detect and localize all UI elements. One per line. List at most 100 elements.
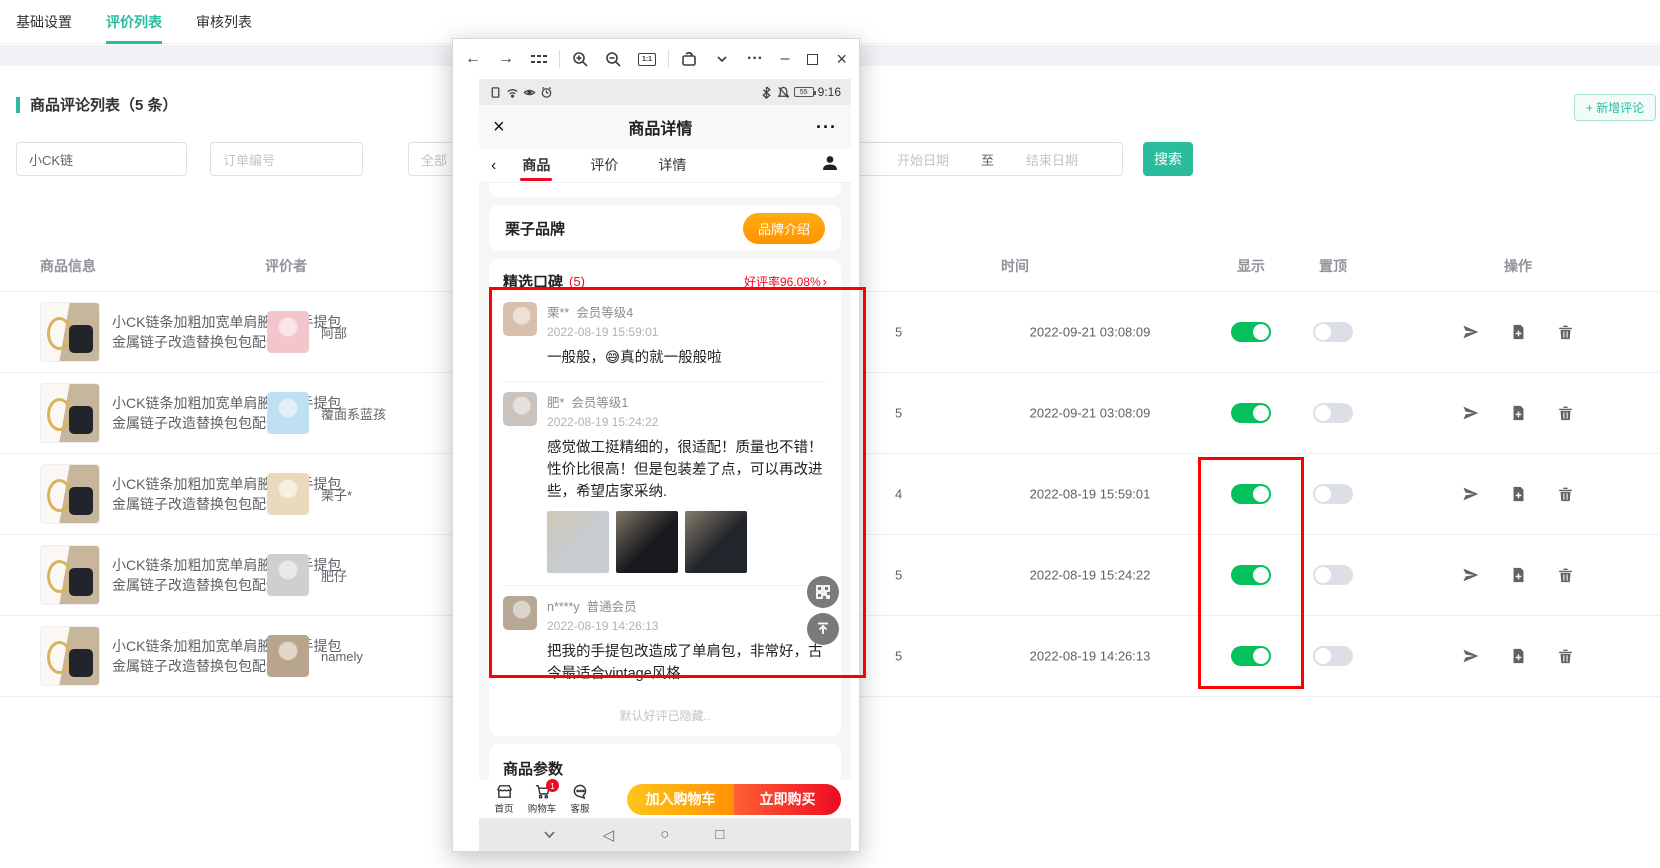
review-list: 栗** 会员等级4 2022-08-19 15:59:01 一般般，😅真的就一般…: [503, 292, 827, 697]
reviewer-name: namely: [321, 649, 363, 664]
delete-icon[interactable]: [1557, 486, 1574, 503]
header-time: 时间: [940, 256, 1090, 276]
pin-toggle[interactable]: [1313, 565, 1353, 585]
date-range-input[interactable]: 开始日期 至 结束日期: [856, 142, 1123, 176]
review-photo[interactable]: [616, 511, 678, 573]
product-keyword-input[interactable]: 小CK链: [16, 142, 187, 176]
header-reviewer: 评价者: [265, 256, 307, 276]
app-tab-details[interactable]: 详情: [658, 149, 686, 183]
product-keyword-value: 小CK链: [29, 150, 73, 169]
phone-screen: 55 9:16 × 商品详情 ··· ‹ 商品 评价 详情: [479, 79, 851, 851]
maximize-icon[interactable]: [807, 54, 818, 65]
search-button[interactable]: 搜索: [1143, 142, 1193, 176]
cart-nav-item[interactable]: 1 购物车: [523, 783, 561, 815]
service-label: 客服: [570, 801, 589, 815]
minimize-icon[interactable]: –: [781, 51, 790, 67]
app-tab-reviews[interactable]: 评价: [590, 149, 618, 183]
review-avatar: [503, 596, 537, 630]
review-text: 一般般，😅真的就一般般啦: [547, 347, 827, 369]
send-icon[interactable]: [1462, 567, 1479, 584]
copy-file-icon[interactable]: [1510, 486, 1527, 503]
nav-back-icon[interactable]: ◁: [603, 826, 615, 844]
add-review-button[interactable]: + 新增评论: [1574, 94, 1656, 121]
buy-now-button[interactable]: 立即购买: [734, 784, 841, 815]
nav-home-icon[interactable]: ○: [660, 826, 669, 843]
copy-file-icon[interactable]: [1510, 648, 1527, 665]
copy-file-icon[interactable]: [1510, 405, 1527, 422]
eye-icon: [523, 86, 536, 99]
rating-value: 4: [895, 487, 902, 502]
app-tab-product[interactable]: 商品: [522, 149, 550, 183]
alarm-icon: [540, 86, 553, 99]
mute-icon: [777, 86, 790, 99]
delete-icon[interactable]: [1557, 648, 1574, 665]
tab-review-list[interactable]: 评价列表: [106, 0, 162, 44]
send-icon[interactable]: [1462, 486, 1479, 503]
product-image: [40, 626, 100, 686]
back-icon[interactable]: ←: [465, 51, 481, 67]
order-number-input[interactable]: 订单编号: [210, 142, 363, 176]
product-image: [40, 302, 100, 362]
back-to-top-float-button[interactable]: [807, 613, 839, 645]
tab-basic-settings[interactable]: 基础设置: [16, 0, 72, 44]
zoom-out-icon[interactable]: [605, 51, 621, 67]
chevron-right-icon: ›: [823, 274, 827, 289]
show-toggle[interactable]: [1231, 484, 1271, 504]
delete-icon[interactable]: [1557, 405, 1574, 422]
delete-icon[interactable]: [1557, 324, 1574, 341]
zoom-in-icon[interactable]: [572, 51, 588, 67]
show-toggle[interactable]: [1231, 646, 1271, 666]
forward-icon[interactable]: →: [498, 51, 514, 67]
send-icon[interactable]: [1462, 324, 1479, 341]
reviews-card-header[interactable]: 精选口碑 (5) 好评率96.08% ›: [503, 271, 827, 292]
phone-status-bar: 55 9:16: [479, 79, 851, 105]
reviews-count: (5): [569, 274, 585, 289]
account-icon[interactable]: [821, 154, 839, 177]
row-actions: [1462, 405, 1574, 422]
show-toggle[interactable]: [1231, 322, 1271, 342]
pin-toggle[interactable]: [1313, 322, 1353, 342]
send-icon[interactable]: [1462, 405, 1479, 422]
home-nav-item[interactable]: 首页: [485, 783, 523, 815]
reviewer-name: 肥仔: [321, 566, 347, 585]
review-date: 2022-08-19 14:26:13: [547, 619, 658, 633]
rotate-device-icon[interactable]: [681, 51, 697, 67]
show-toggle[interactable]: [1231, 403, 1271, 423]
nav-hide-icon[interactable]: [542, 827, 557, 842]
add-to-cart-button[interactable]: 加入购物车: [627, 784, 734, 815]
app-more-icon[interactable]: ···: [816, 117, 837, 138]
service-nav-item[interactable]: 客服: [561, 783, 599, 815]
chevron-down-icon[interactable]: [714, 51, 730, 67]
review-text: 感觉做工挺精细的，很适配！质量也不错！性价比很高！但是包装差了点，可以再改进些，…: [547, 437, 827, 503]
apps-grid-icon[interactable]: [531, 54, 547, 64]
pin-toggle[interactable]: [1313, 403, 1353, 423]
reviewer-cell: 栗子*: [267, 473, 352, 515]
actual-size-icon[interactable]: 1:1: [638, 53, 656, 66]
copy-file-icon[interactable]: [1510, 567, 1527, 584]
review-photo[interactable]: [547, 511, 609, 573]
delete-icon[interactable]: [1557, 567, 1574, 584]
show-toggle[interactable]: [1231, 565, 1271, 585]
more-options-icon[interactable]: ···: [747, 51, 763, 67]
copy-file-icon[interactable]: [1510, 324, 1527, 341]
tab-audit-list[interactable]: 审核列表: [196, 0, 252, 44]
nav-recents-icon[interactable]: □: [715, 826, 724, 843]
order-number-placeholder: 订单编号: [223, 150, 275, 169]
reviewer-avatar: [267, 635, 309, 677]
phone-review-item: 栗** 会员等级4 2022-08-19 15:59:01 一般般，😅真的就一般…: [503, 292, 827, 381]
send-icon[interactable]: [1462, 648, 1479, 665]
brand-intro-button[interactable]: 品牌介绍: [743, 213, 825, 244]
wifi-icon: [506, 86, 519, 99]
review-photo[interactable]: [685, 511, 747, 573]
app-back-icon[interactable]: ‹: [491, 157, 496, 175]
reviews-title: 精选口碑: [503, 271, 563, 292]
qrcode-float-button[interactable]: [807, 576, 839, 608]
close-window-icon[interactable]: ×: [836, 50, 847, 68]
pin-toggle[interactable]: [1313, 646, 1353, 666]
pin-toggle[interactable]: [1313, 484, 1353, 504]
positive-rate: 好评率96.08%: [744, 273, 821, 290]
phone-review-item: 肥* 会员等级1 2022-08-19 15:24:22 感觉做工挺精细的，很适…: [503, 381, 827, 585]
app-close-icon[interactable]: ×: [493, 116, 505, 139]
header-product: 商品信息: [40, 256, 96, 276]
review-time: 2022-08-19 15:24:22: [990, 568, 1190, 583]
